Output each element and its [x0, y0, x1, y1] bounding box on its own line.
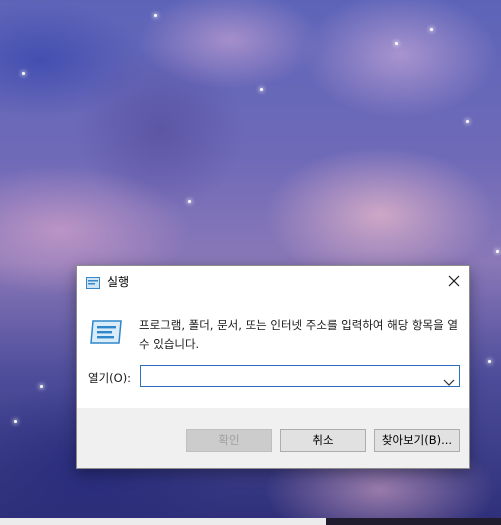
chevron-down-icon[interactable]: [443, 372, 455, 386]
run-app-icon: [89, 319, 123, 345]
star: [40, 385, 43, 388]
close-icon: [448, 275, 460, 287]
open-input[interactable]: [141, 366, 437, 386]
open-combobox[interactable]: [140, 365, 460, 387]
cancel-button[interactable]: 취소: [280, 429, 366, 452]
star: [22, 72, 25, 75]
star: [395, 42, 398, 45]
star: [488, 360, 491, 363]
star: [260, 88, 263, 91]
dialog-footer: 확인 취소 찾아보기(B)...: [77, 408, 469, 468]
star: [496, 250, 499, 253]
ok-button[interactable]: 확인: [186, 429, 272, 452]
run-icon: [86, 274, 100, 289]
star: [14, 420, 17, 423]
open-label: 열기(O):: [88, 371, 132, 385]
dialog-content: 프로그램, 폴더, 문서, 또는 인터넷 주소를 입력하여 해당 항목을 열 수…: [77, 296, 469, 408]
close-button[interactable]: [439, 266, 469, 296]
star: [430, 28, 433, 31]
title-bar[interactable]: 실행: [77, 266, 469, 296]
star: [466, 120, 469, 123]
star: [154, 14, 157, 17]
dialog-description: 프로그램, 폴더, 문서, 또는 인터넷 주소를 입력하여 해당 항목을 열 수…: [139, 318, 458, 351]
taskbar-tray: [326, 518, 501, 525]
dialog-title: 실행: [107, 275, 130, 289]
browse-button[interactable]: 찾아보기(B)...: [374, 429, 460, 452]
star: [188, 200, 191, 203]
run-dialog: 실행 프로그램, 폴더, 문서, 또는 인터넷 주소를 입력하여 해당 항목을 …: [76, 265, 470, 469]
